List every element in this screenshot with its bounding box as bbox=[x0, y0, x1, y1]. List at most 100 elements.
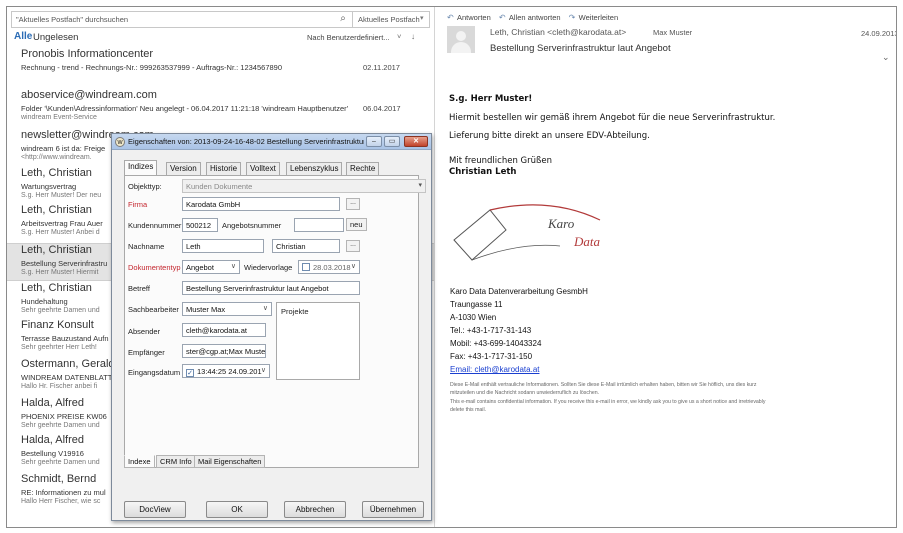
sort-dropdown[interactable]: Nach Benutzerdefiniert... bbox=[307, 33, 390, 42]
dialog-titlebar[interactable]: w Eigenschaften von: 2013-09-24-16-48-02… bbox=[112, 134, 431, 150]
eingangsdatum-checkbox[interactable]: ✓ bbox=[186, 369, 194, 377]
betreff-field[interactable]: Bestellung Serverinfrastruktur laut Ange… bbox=[182, 281, 360, 295]
chevron-down-icon: ∨ bbox=[350, 263, 356, 270]
chevron-down-icon: ∨ bbox=[260, 367, 266, 374]
sachbearbeiter-select[interactable]: Muster Max ∨ bbox=[182, 302, 272, 316]
nachname-field[interactable]: Leth bbox=[182, 239, 264, 253]
angebotsnummer-field[interactable] bbox=[294, 218, 344, 232]
chevron-down-icon[interactable]: ▾ bbox=[420, 14, 424, 22]
tab-rechte[interactable]: Rechte bbox=[346, 162, 380, 176]
vorname-field[interactable]: Christian bbox=[272, 239, 340, 253]
apply-button[interactable]: Übernehmen bbox=[362, 501, 424, 518]
kundennummer-field[interactable]: 500212 bbox=[182, 218, 218, 232]
disclaimer-line: Diese E-Mail enthält vertrauliche Inform… bbox=[450, 382, 757, 388]
empfaenger-label: Empfänger bbox=[128, 348, 165, 357]
sort-arrow-icon[interactable]: ˅ bbox=[397, 32, 401, 41]
objekttyp-select: Kunden Dokumente ▾ bbox=[182, 179, 426, 193]
search-icon[interactable]: ⌕ bbox=[336, 13, 350, 26]
mail-sender: Leth, Christian bbox=[21, 204, 92, 216]
avatar bbox=[447, 26, 475, 53]
mail-sender: Halda, Alfred bbox=[21, 397, 84, 409]
message-subject: Bestellung Serverinfrastruktur laut Ange… bbox=[490, 43, 671, 54]
reply-all-button[interactable]: ↶ Allen antworten bbox=[499, 13, 561, 22]
expand-header-icon[interactable]: ⌄ bbox=[882, 52, 890, 63]
absender-label: Absender bbox=[128, 327, 161, 336]
dialog-title: Eigenschaften von: 2013-09-24-16-48-02 B… bbox=[128, 137, 364, 146]
mail-subject: Bestellung Serverinfrastru bbox=[21, 259, 108, 268]
nachname-browse-button[interactable]: ... bbox=[346, 240, 360, 252]
signature-line: Tel.: +43-1-717-31-143 bbox=[450, 326, 532, 335]
search-input[interactable]: "Aktuelles Postfach" durchsuchen bbox=[16, 15, 128, 24]
reply-button[interactable]: ↶ Antworten bbox=[447, 13, 491, 22]
tab-lebenszyklus[interactable]: Lebenszyklus bbox=[286, 162, 343, 176]
sort-direction-icon[interactable]: ↓ bbox=[411, 32, 415, 41]
mail-preview: Sehr geehrte Damen und bbox=[21, 422, 100, 429]
mail-item[interactable]: Pronobis Informationcenter Rechnung - tre… bbox=[7, 48, 434, 84]
search-box[interactable]: "Aktuelles Postfach" durchsuchen ⌕ Aktue… bbox=[11, 11, 430, 28]
mail-preview: S.g. Herr Muster! Der neu bbox=[21, 192, 102, 199]
greeting: S.g. Herr Muster! bbox=[449, 94, 533, 104]
mail-subject: WINDREAM DATENBLATT bbox=[21, 373, 113, 382]
signature-line: Traungasse 11 bbox=[450, 300, 503, 309]
tab-volltext[interactable]: Volltext bbox=[246, 162, 280, 176]
mail-preview: Hallo Hr. Fischer anbei fi bbox=[21, 383, 98, 390]
reading-pane: ↶ Antworten ↶ Allen antworten ↷ Weiterleite… bbox=[436, 7, 897, 527]
wiedervorlage-datepicker[interactable]: 28.03.2018 ∨ bbox=[298, 260, 360, 274]
mail-subject: Arbeitsvertrag Frau Auer bbox=[21, 219, 103, 228]
sender-address[interactable]: Leth, Christian <cleth@karodata.at> bbox=[490, 27, 626, 37]
objekttyp-label: Objekttyp: bbox=[128, 182, 162, 191]
chevron-down-icon: ∨ bbox=[230, 263, 236, 270]
recipient[interactable]: Max Muster bbox=[653, 28, 692, 37]
karo-data-logo: Karo Data bbox=[453, 204, 601, 261]
body-line: Lieferung bitte direkt an unsere EDV-Abt… bbox=[449, 131, 650, 141]
mail-sender: Leth, Christian bbox=[21, 244, 92, 256]
reply-all-icon: ↶ bbox=[498, 13, 506, 22]
neu-button[interactable]: neu bbox=[346, 218, 367, 231]
signature-line: Fax: +43-1-717-31-150 bbox=[450, 352, 533, 361]
nachname-label: Nachname bbox=[128, 242, 165, 251]
mail-sender: Finanz Konsult bbox=[21, 319, 94, 331]
mail-preview: Sehr geehrter Herr Leth! bbox=[21, 344, 97, 351]
app-icon: w bbox=[115, 137, 125, 147]
mail-subject: Wartungsvertrag bbox=[21, 182, 77, 191]
projekte-label: Projekte bbox=[281, 307, 309, 316]
wiedervorlage-checkbox[interactable] bbox=[302, 263, 310, 271]
forward-icon: ↷ bbox=[568, 13, 576, 22]
mail-sender: Halda, Alfred bbox=[21, 434, 84, 446]
empfaenger-field[interactable]: ster@cgp.at;Max Muster bbox=[182, 344, 266, 358]
properties-dialog: w Eigenschaften von: 2013-09-24-16-48-02… bbox=[111, 133, 432, 521]
mail-preview: windream Event-Service bbox=[21, 114, 97, 121]
filter-unread[interactable]: Ungelesen bbox=[33, 32, 78, 43]
maximize-button[interactable]: ▭ bbox=[384, 136, 400, 147]
ok-button[interactable]: OK bbox=[206, 501, 268, 518]
outlook-window: "Aktuelles Postfach" durchsuchen ⌕ Aktue… bbox=[6, 6, 897, 528]
disclaimer-line: This e-mail contains confidential inform… bbox=[450, 399, 766, 405]
dokumententyp-select[interactable]: Angebot ∨ bbox=[182, 260, 240, 274]
eingangsdatum-datepicker[interactable]: ✓ 13:44:25 24.09.201 ∨ bbox=[182, 364, 270, 378]
minimize-button[interactable]: – bbox=[366, 136, 382, 147]
firma-field[interactable]: Karodata GmbH bbox=[182, 197, 340, 211]
tab-mail-eigenschaften[interactable]: Mail Eigenschaften bbox=[194, 455, 266, 468]
logo-text-karo: Karo bbox=[547, 216, 575, 231]
mail-item[interactable]: aboservice@windream.com Folder '\Kunden\A… bbox=[7, 89, 434, 127]
tab-version[interactable]: Version bbox=[166, 162, 201, 176]
mail-sender: Leth, Christian bbox=[21, 282, 92, 294]
tab-historie[interactable]: Historie bbox=[206, 162, 242, 176]
mail-date: 06.04.2017 bbox=[363, 104, 401, 113]
message-date: 24.09.2013 bbox=[861, 29, 897, 38]
docview-button[interactable]: DocView bbox=[124, 501, 186, 518]
forward-button[interactable]: ↷ Weiterleiten bbox=[569, 13, 618, 22]
signature-email-link[interactable]: Email: cleth@karodata.at bbox=[450, 365, 540, 374]
filter-all[interactable]: Alle bbox=[14, 31, 32, 42]
firma-browse-button[interactable]: ... bbox=[346, 198, 360, 210]
sachbearbeiter-label: Sachbearbeiter bbox=[128, 305, 179, 314]
search-scope[interactable]: Aktuelles Postfach bbox=[358, 15, 420, 24]
tab-indexe[interactable]: Indexe bbox=[124, 455, 155, 468]
tab-crm-info[interactable]: CRM Info bbox=[156, 455, 196, 468]
cancel-button[interactable]: Abbrechen bbox=[284, 501, 346, 518]
tab-indizes[interactable]: Indizes bbox=[124, 160, 158, 176]
close-button[interactable]: ✕ bbox=[404, 136, 428, 147]
mail-sender: Pronobis Informationcenter bbox=[21, 48, 154, 60]
absender-field[interactable]: cleth@karodata.at bbox=[182, 323, 266, 337]
projekte-list[interactable]: Projekte bbox=[276, 302, 360, 380]
